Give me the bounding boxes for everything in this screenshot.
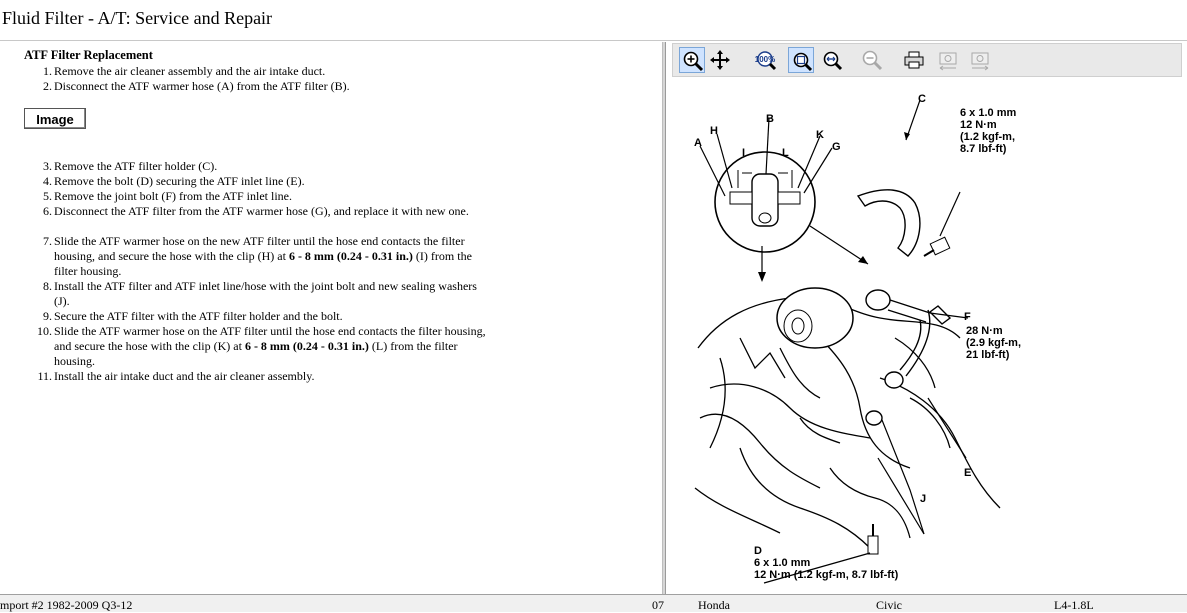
step-spec: 6 - 8 mm (0.24 - 0.31 in.) [244,339,369,353]
fit-width-icon [823,51,843,71]
label-h: H [710,125,718,137]
label-k: K [816,129,824,141]
spec-c-line: 8.7 lbf-ft) [960,143,1007,155]
atf-filter-canister [776,287,854,349]
label-d: D [754,545,762,557]
step-number: 9. [43,309,52,323]
status-source: mport #2 1982-2009 Q3-12 [0,598,133,612]
step-number: 5. [43,189,52,203]
spec-c-line: (1.2 kgf-m, [960,131,1015,143]
spec-f-line: 21 lbf-ft) [966,349,1010,361]
step-item: 11. Install the air intake duct and the a… [24,369,494,384]
actual-size-button[interactable]: 100% [753,47,779,73]
step-number: 6. [43,204,52,218]
engine-outline [694,296,1001,549]
spec-d-block: 6 x 1.0 mm 12 N·m (1.2 kgf-m, 8.7 lbf-ft… [754,557,899,581]
previous-image-button[interactable] [935,47,961,73]
step-item: 9. Secure the ATF filter with the ATF fil… [24,309,494,324]
status-make: Honda [698,598,730,612]
step-item: 1. Remove the air cleaner assembly and th… [24,64,494,79]
step-number: 10. [37,324,52,338]
status-bar: mport #2 1982-2009 Q3-12 07 Honda Civic … [0,594,1187,612]
previous-image-icon [939,52,957,71]
step-item: 10. Slide the ATF warmer hose on the ATF … [24,324,494,369]
step-text: Remove the joint bolt (F) from the ATF i… [54,189,292,203]
procedure-pane: ATF Filter Replacement 1. Remove the air … [0,42,662,594]
label-c: C [918,93,926,105]
step-text: Install the ATF filter and ATF inlet lin… [54,279,477,308]
step-item: 5. Remove the joint bolt (F) from the ATF… [24,189,494,204]
step-text: Disconnect the ATF warmer hose (A) from … [54,79,350,93]
label-a: A [694,137,702,149]
actual-size-100-icon: 100% [755,51,777,71]
step-spec: 6 - 8 mm (0.24 - 0.31 in.) [288,249,413,263]
image-button[interactable]: Image [24,108,86,129]
print-button[interactable] [901,47,927,73]
hose-detail-inset [714,151,816,253]
page-title: Fluid Filter - A/T: Service and Repair [2,8,273,28]
step-item: 7. Slide the ATF warmer hose on the new A… [24,234,494,279]
step-number: 8. [43,279,52,293]
label-e: E [964,467,971,479]
spec-d-line: 6 x 1.0 mm [754,557,810,569]
zoom-100-label: 100% [755,55,775,64]
step-number: 4. [43,174,52,188]
spec-f-line: (2.9 kgf-m, [966,337,1021,349]
zoom-in-button[interactable] [679,47,705,73]
zoom-out-button[interactable] [859,47,885,73]
inlet-line [865,289,952,426]
fit-window-icon [793,52,813,72]
print-icon [904,51,924,69]
status-engine: L4-1.8L [1054,598,1094,612]
spec-d-line: 12 N·m (1.2 kgf-m, 8.7 lbf-ft) [754,569,899,581]
step-number: 3. [43,159,52,173]
step-text: Secure the ATF filter with the ATF filte… [54,309,343,323]
label-f: F [964,311,971,323]
step-item: 6. Disconnect the ATF filter from the ATF… [24,204,494,219]
procedure-title: ATF Filter Replacement [24,48,153,62]
next-image-icon [971,52,989,71]
filter-holder [856,189,921,257]
window-title-bar: Fluid Filter - A/T: Service and Repair [0,0,1187,41]
spec-c-line: 12 N·m [960,119,997,131]
step-text: Remove the ATF filter holder (C). [54,159,218,173]
spec-c-block: 6 x 1.0 mm 12 N·m (1.2 kgf-m, 8.7 lbf-ft… [960,107,1016,155]
image-viewer-pane: 100% A H B I L K G C F E J D 6 x 1.0 mm … [666,42,1187,594]
bolt-d [867,524,879,555]
image-toolbar: 100% [672,43,1182,77]
fit-width-button[interactable] [819,47,845,73]
label-j: J [920,493,926,505]
step-text: Disconnect the ATF filter from the ATF w… [54,204,469,218]
atf-filter-diagram: A H B I L K G C F E J D 6 x 1.0 mm 12 N·… [694,93,1021,584]
label-g: G [832,141,841,153]
step-number: 1. [43,64,52,78]
step-item: 3. Remove the ATF filter holder (C). [24,159,494,174]
label-b: B [766,113,774,125]
step-text: Install the air intake duct and the air … [54,369,315,383]
spec-f-line: 28 N·m [966,325,1003,337]
status-model: Civic [876,598,902,612]
fit-window-button[interactable] [788,47,814,73]
step-text: Remove the air cleaner assembly and the … [54,64,326,78]
pan-button[interactable] [707,47,733,73]
holder-bolt [923,236,951,257]
spec-f-block: 28 N·m (2.9 kgf-m, 21 lbf-ft) [966,325,1021,361]
pan-icon [710,50,730,70]
step-number: 7. [43,234,52,248]
step-number: 2. [43,79,52,93]
zoom-out-icon [862,50,883,71]
step-text: Remove the bolt (D) securing the ATF inl… [54,174,305,188]
step-item: 8. Install the ATF filter and ATF inlet l… [24,279,494,309]
label-i: I [742,147,745,159]
spec-c-line: 6 x 1.0 mm [960,107,1016,119]
label-l: L [782,147,789,159]
step-number: 11. [37,369,52,383]
zoom-in-icon [683,51,704,72]
status-year: 07 [652,598,664,612]
step-item: 2. Disconnect the ATF warmer hose (A) fro… [24,79,494,94]
next-image-button[interactable] [967,47,993,73]
step-item: 4. Remove the bolt (D) securing the ATF i… [24,174,494,189]
